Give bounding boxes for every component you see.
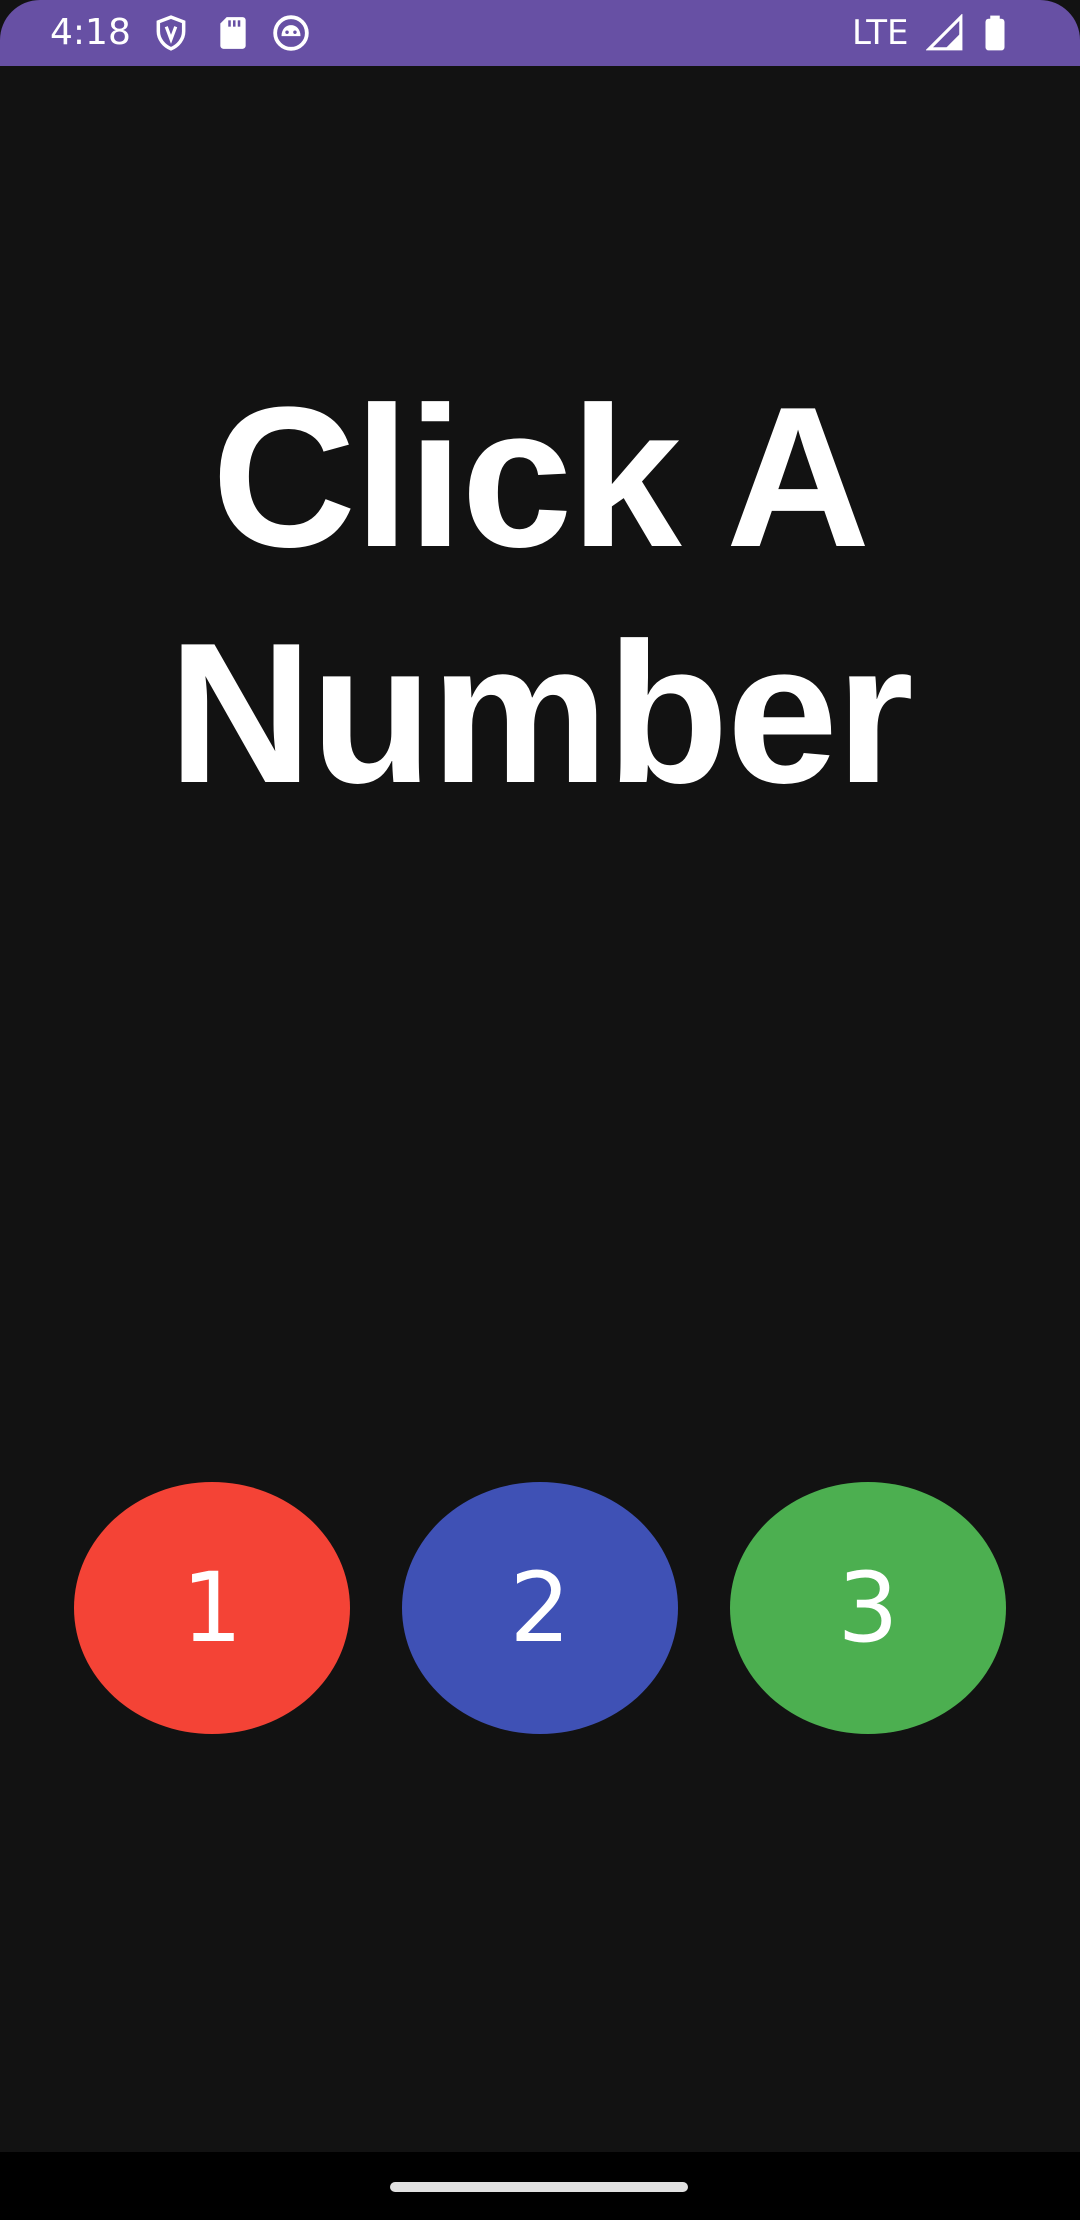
title-line-2: Number	[168, 602, 914, 825]
title-line-1: Click A	[211, 366, 871, 589]
android-face-icon	[272, 14, 310, 52]
status-bar: 4:18 LTE	[0, 0, 1080, 66]
sd-card-icon	[214, 14, 252, 52]
number-3-button[interactable]: 3	[730, 1482, 1006, 1734]
shield-icon	[152, 14, 190, 52]
navigation-bar	[0, 2152, 1080, 2220]
battery-icon	[976, 14, 1014, 52]
signal-icon	[925, 13, 964, 52]
number-1-button[interactable]: 1	[74, 1482, 350, 1734]
app-screen: 4:18 LTE Click A Number 1 2 3	[0, 0, 1080, 2220]
home-gesture-handle[interactable]	[390, 2182, 688, 2192]
number-2-button[interactable]: 2	[402, 1482, 678, 1734]
page-title: Click A Number	[0, 360, 1080, 832]
network-type: LTE	[852, 13, 909, 53]
status-time: 4:18	[50, 12, 131, 53]
